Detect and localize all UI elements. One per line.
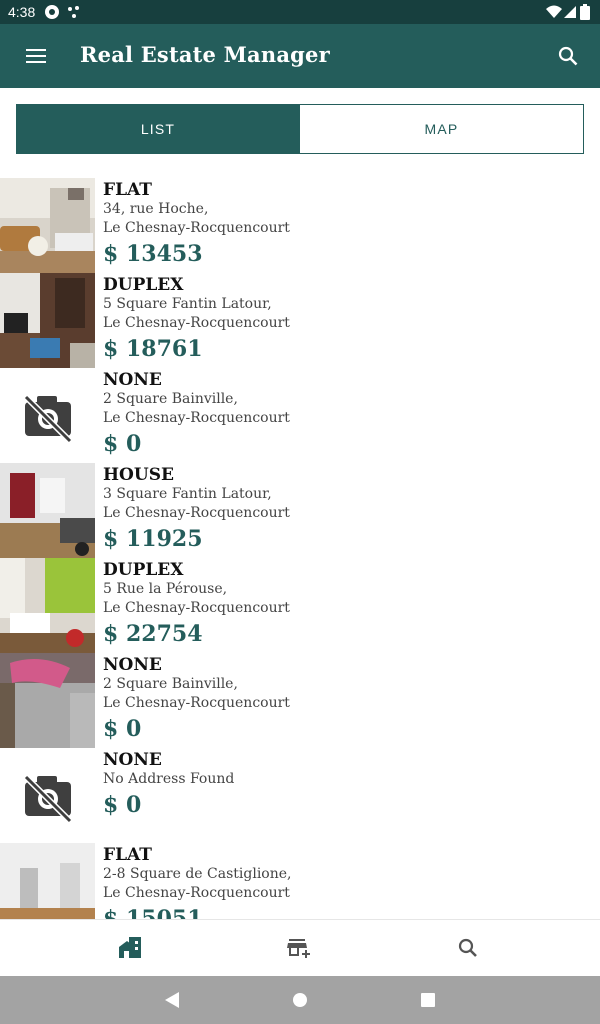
estate-address-line1: 5 Square Fantin Latour, bbox=[103, 296, 272, 312]
estate-price: $ 11925 bbox=[103, 526, 203, 552]
estate-photo bbox=[0, 653, 95, 748]
back-button[interactable] bbox=[160, 988, 184, 1012]
estate-type: NONE bbox=[103, 750, 162, 770]
view-toggle: LIST MAP bbox=[16, 104, 584, 154]
search-icon bbox=[458, 938, 477, 957]
no-photo-icon bbox=[0, 748, 95, 843]
estate-photo bbox=[0, 843, 95, 919]
estate-price: $ 18761 bbox=[103, 336, 203, 362]
app-title: Real Estate Manager bbox=[80, 42, 330, 67]
estate-list-item[interactable]: FLAT 2-8 Square de Castiglione, Le Chesn… bbox=[0, 843, 600, 919]
estate-photo bbox=[0, 558, 95, 653]
nav-add-estate[interactable] bbox=[279, 932, 319, 964]
estate-address-line2: Le Chesnay-Rocquencourt bbox=[103, 220, 290, 236]
bottom-navigation bbox=[0, 919, 600, 977]
estate-address-line2: Le Chesnay-Rocquencourt bbox=[103, 410, 290, 426]
estate-address-line2: Le Chesnay-Rocquencourt bbox=[103, 600, 290, 616]
status-time: 4:38 bbox=[8, 4, 36, 20]
menu-icon bbox=[26, 49, 46, 63]
estate-list-item[interactable]: NONE No Address Found $ 0 bbox=[0, 748, 600, 843]
estate-list-item[interactable]: DUPLEX 5 Rue la Pérouse, Le Chesnay-Rocq… bbox=[0, 558, 600, 653]
estate-type: FLAT bbox=[103, 180, 152, 200]
estate-list-item[interactable]: NONE 2 Square Bainville, Le Chesnay-Rocq… bbox=[0, 653, 600, 748]
estate-address-line2: Le Chesnay-Rocquencourt bbox=[103, 695, 290, 711]
recents-icon bbox=[421, 993, 435, 1007]
estate-address-line1: 34, rue Hoche, bbox=[103, 201, 209, 217]
battery-icon bbox=[580, 4, 590, 20]
app-bar: Real Estate Manager bbox=[0, 24, 600, 88]
estate-address-line1: 2 Square Bainville, bbox=[103, 391, 238, 407]
tab-map[interactable]: MAP bbox=[299, 104, 584, 154]
estate-address-line1: 2 Square Bainville, bbox=[103, 676, 238, 692]
no-photo-icon bbox=[0, 368, 95, 463]
estate-photo bbox=[0, 463, 95, 558]
estate-type: FLAT bbox=[103, 845, 152, 865]
recents-button[interactable] bbox=[416, 988, 440, 1012]
notification-dots-icon bbox=[66, 4, 82, 20]
system-navigation-bar bbox=[0, 976, 600, 1024]
estate-type: NONE bbox=[103, 655, 162, 675]
back-icon bbox=[165, 992, 179, 1008]
estate-price: $ 22754 bbox=[103, 621, 203, 647]
estate-type: DUPLEX bbox=[103, 275, 184, 295]
home-icon bbox=[293, 993, 307, 1007]
estate-price: $ 0 bbox=[103, 792, 142, 818]
estate-address-line2: Le Chesnay-Rocquencourt bbox=[103, 505, 290, 521]
search-icon bbox=[558, 46, 578, 66]
estate-address-line1: 5 Rue la Pérouse, bbox=[103, 581, 228, 597]
estate-list-item[interactable]: FLAT 34, rue Hoche, Le Chesnay-Rocquenco… bbox=[0, 178, 600, 273]
estate-price: $ 13453 bbox=[103, 241, 203, 267]
tab-list[interactable]: LIST bbox=[16, 104, 300, 154]
estate-photo bbox=[0, 273, 95, 368]
estate-price: $ 0 bbox=[103, 716, 142, 742]
estate-address-line1: No Address Found bbox=[103, 771, 235, 787]
estate-type: DUPLEX bbox=[103, 560, 184, 580]
estate-address-line1: 2-8 Square de Castiglione, bbox=[103, 866, 292, 882]
estate-list-item[interactable]: HOUSE 3 Square Fantin Latour, Le Chesnay… bbox=[0, 463, 600, 558]
estate-list-item[interactable]: DUPLEX 5 Square Fantin Latour, Le Chesna… bbox=[0, 273, 600, 368]
status-bar: 4:38 bbox=[0, 0, 600, 24]
signal-icon bbox=[562, 4, 578, 20]
estate-address-line1: 3 Square Fantin Latour, bbox=[103, 486, 272, 502]
nav-search[interactable] bbox=[448, 932, 488, 964]
estate-type: HOUSE bbox=[103, 465, 174, 485]
notification-app-icon bbox=[44, 4, 60, 20]
estate-price: $ 15051 bbox=[103, 906, 203, 919]
menu-button[interactable] bbox=[16, 40, 56, 72]
estate-list-item[interactable]: NONE 2 Square Bainville, Le Chesnay-Rocq… bbox=[0, 368, 600, 463]
add-estate-icon bbox=[287, 939, 310, 958]
estate-address-line2: Le Chesnay-Rocquencourt bbox=[103, 885, 290, 901]
no-photo-placeholder bbox=[0, 748, 95, 843]
nav-estate-list[interactable] bbox=[110, 932, 150, 964]
estate-type: NONE bbox=[103, 370, 162, 390]
home-button[interactable] bbox=[288, 988, 312, 1012]
estate-price: $ 0 bbox=[103, 431, 142, 457]
estate-address-line2: Le Chesnay-Rocquencourt bbox=[103, 315, 290, 331]
estate-list[interactable]: FLAT 34, rue Hoche, Le Chesnay-Rocquenco… bbox=[0, 178, 600, 919]
estate-photo bbox=[0, 178, 95, 273]
no-photo-placeholder bbox=[0, 368, 95, 463]
estate-list-icon bbox=[119, 937, 141, 958]
search-button[interactable] bbox=[552, 40, 584, 72]
wifi-icon bbox=[546, 4, 562, 20]
